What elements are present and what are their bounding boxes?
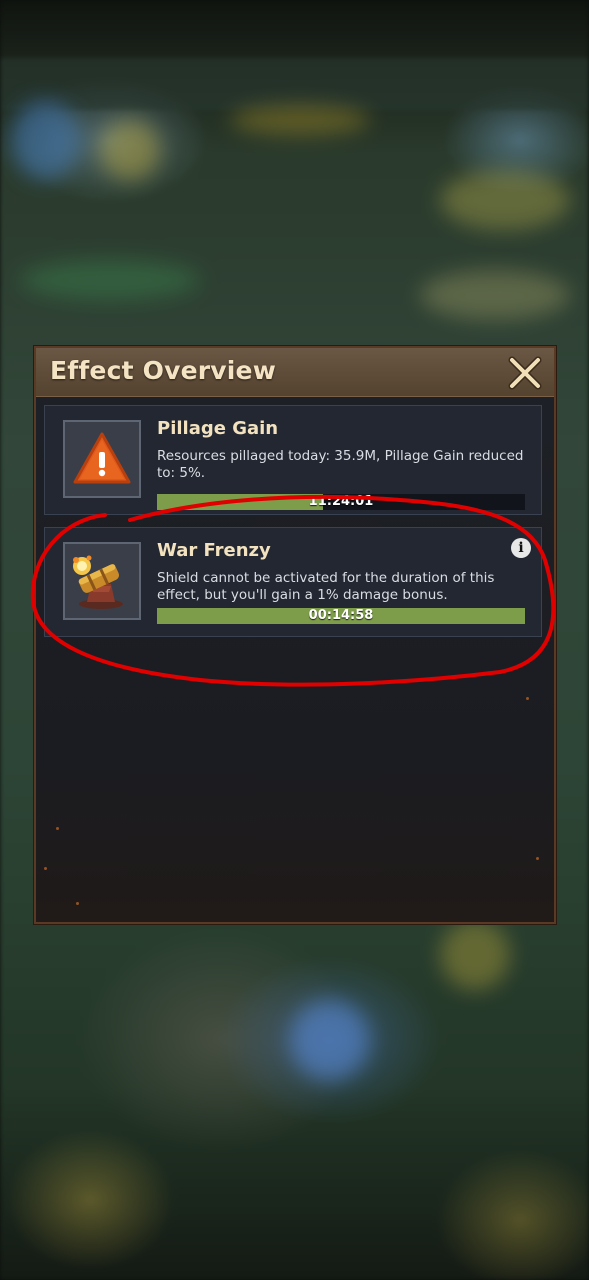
effect-description: Resources pillaged today: 35.9M, Pillage… (157, 448, 524, 481)
effect-title: War Frenzy (157, 540, 271, 561)
effect-timer-bar: 00:14:58 (157, 608, 525, 624)
dialog-title: Effect Overview (50, 356, 277, 385)
info-button[interactable]: i (511, 538, 531, 558)
ember-decoration (76, 902, 79, 905)
effect-timer: 11:24:01 (308, 494, 374, 509)
background-left-blob (20, 260, 200, 300)
effect-title: Pillage Gain (157, 418, 279, 439)
cannon-icon (63, 542, 141, 620)
background-event-blob (230, 105, 370, 135)
ember-decoration (536, 857, 539, 860)
dialog-body: Pillage Gain Resources pillaged today: 3… (36, 397, 554, 922)
effect-card-pillage-gain: Pillage Gain Resources pillaged today: 3… (44, 405, 542, 515)
background-right-blob-2 (420, 270, 570, 320)
background-avatar-blob (10, 100, 80, 180)
background-bottom-right-blob (440, 920, 510, 990)
effect-card-war-frenzy: War Frenzy Shield cannot be activated fo… (44, 527, 542, 637)
background-badge-blob (100, 120, 160, 180)
info-icon: i (518, 540, 524, 556)
dialog-header: Effect Overview (36, 348, 554, 397)
effect-timer: 00:14:58 (308, 608, 374, 623)
effect-timer-bar: 11:24:01 (157, 494, 525, 510)
ember-decoration (44, 867, 47, 870)
ember-decoration (56, 827, 59, 830)
background-right-blob (440, 170, 570, 230)
warning-triangle-icon (63, 420, 141, 498)
background-top-bar (0, 58, 589, 110)
close-button[interactable] (506, 354, 544, 392)
effect-overview-dialog: Effect Overview Pillage Gain Resources p… (34, 346, 556, 924)
effect-description: Shield cannot be activated for the durat… (157, 570, 495, 603)
background-center-blob (290, 1000, 370, 1080)
close-x-icon (508, 356, 542, 390)
ember-decoration (526, 697, 529, 700)
